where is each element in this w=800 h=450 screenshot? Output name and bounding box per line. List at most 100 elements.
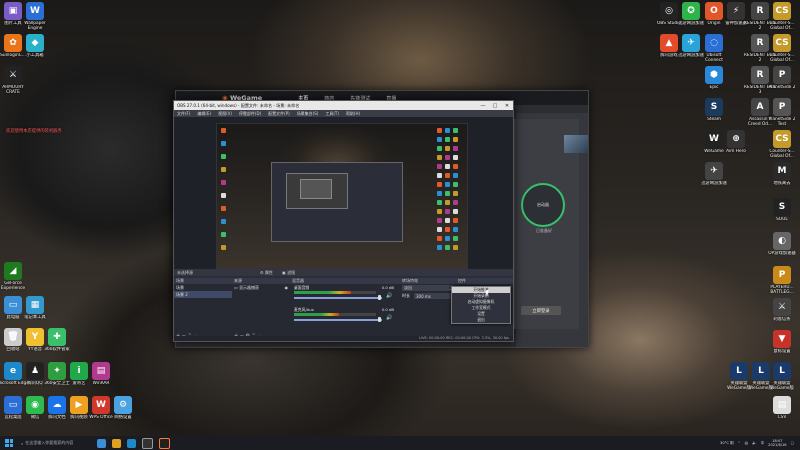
volume-knob[interactable] — [378, 295, 381, 300]
desktop-icon[interactable]: ⊕ Aim Hero — [719, 130, 753, 159]
desktop-icon[interactable]: L 英雄联盟 WeGame版 — [765, 362, 799, 391]
desktop-icon[interactable]: ◢ GeForce Experience — [0, 262, 30, 291]
desktop-icon[interactable]: ⚙ 网络设置 — [106, 396, 140, 425]
volume-meter — [294, 313, 340, 316]
obs-taskbar-icon[interactable] — [142, 437, 153, 449]
volume-slider[interactable] — [294, 297, 382, 299]
desktop-icon[interactable]: ⚔ 刺客信条 — [765, 298, 799, 327]
desktop-icon[interactable]: S Steam — [697, 98, 731, 127]
desktop-icon[interactable]: ▤ WinRAR — [84, 362, 118, 391]
language-indicator[interactable]: 中 — [761, 441, 765, 446]
source-item[interactable]: ▭ 显示器捕获 ◉ — [232, 284, 290, 291]
preview-icon — [437, 236, 442, 241]
desktop-icon[interactable]: ✈ 迅游网游加速 — [697, 162, 731, 191]
desktop-icon[interactable]: ▼ 鼠标设置 — [765, 330, 799, 359]
preview-icon — [445, 218, 450, 223]
file-explorer-icon[interactable] — [112, 438, 121, 448]
properties-button[interactable]: ⚙ 属性 — [260, 270, 273, 276]
preview-icon — [453, 164, 458, 169]
preview-icon — [437, 191, 442, 196]
sources-dock: 来源 ▭ 显示器捕获 ◉ + − ⚙ ⌃ ⌄ — [232, 278, 291, 340]
obs-menu-item[interactable]: 编辑(E) — [197, 111, 211, 117]
wegame-login-button[interactable]: 立即登录 — [521, 306, 561, 315]
preview-icon — [437, 137, 442, 142]
obs-menu-item[interactable]: 视图(V) — [218, 111, 232, 117]
obs-menu-item[interactable]: 配置文件(P) — [268, 111, 290, 117]
speaker-icon[interactable]: 🔊 — [386, 293, 392, 299]
wallpaper-banner: 欢迎使用本店提供的装机服务 — [6, 129, 62, 134]
chevron-up-icon[interactable]: ⌃ — [738, 441, 741, 445]
desktop-icon[interactable]: ▦ 笔记本工具 — [18, 296, 52, 325]
desktop-icon[interactable]: S SOUL — [765, 198, 799, 227]
app-icon: ▦ — [26, 296, 44, 314]
desktop-icon[interactable]: ▤ CSV — [765, 396, 799, 425]
desktop-icon[interactable]: CS Counter-S... Global Of... — [765, 130, 799, 159]
wegame-taskbar-icon[interactable] — [159, 437, 170, 449]
taskbar-clock[interactable]: 18:07 2021/6/16 — [768, 439, 786, 448]
volume-meter — [294, 291, 352, 294]
filters-button[interactable]: ▣ 滤镜 — [282, 270, 295, 276]
desktop-icon[interactable]: ◌ Ubisoft Connect — [697, 34, 731, 63]
wegame-launch-circle[interactable]: 启动器 — [521, 183, 565, 227]
mixer-track-mic: 麦克风/Aux 0.0 dB 🔊 — [294, 307, 394, 322]
taskbar: ⌕ 在这里输入你要搜索的内容 30°C 阴 ⌃ ▤ 🔈 中 18:07 2021… — [0, 436, 800, 450]
app-icon: W — [26, 2, 44, 20]
obs-titlebar[interactable]: OBS 27.0.1 (64-bit, windows) - 配置文件: 未命名… — [174, 101, 513, 110]
obs-menu-item[interactable]: 停靠部件(D) — [239, 111, 261, 117]
duration-input[interactable]: 300 ms — [414, 293, 454, 299]
desktop-icon[interactable]: ◆ 小工具箱 — [18, 34, 52, 63]
preview-icon — [437, 164, 442, 169]
volume-icon[interactable]: 🔈 — [752, 441, 756, 445]
maximize-icon[interactable]: □ — [489, 103, 501, 109]
preview-icon — [453, 218, 458, 223]
obs-preview[interactable] — [174, 117, 513, 269]
obs-menu-item[interactable]: 场景集合(S) — [297, 111, 319, 117]
desktop-icon[interactable]: W Wallpaper Engine — [18, 2, 52, 31]
edge-icon[interactable] — [127, 438, 136, 448]
preview-icon — [445, 164, 450, 169]
weather-label: 30°C 阴 — [720, 440, 734, 445]
app-icon: ▼ — [773, 330, 791, 348]
minimize-icon[interactable]: — — [477, 103, 489, 109]
wegame-banner-image — [564, 135, 588, 153]
desktop-icon[interactable]: ⚔ ARMOURY CRATE — [0, 66, 30, 95]
network-icon[interactable]: ▤ — [745, 441, 748, 445]
preview-icon — [437, 200, 442, 205]
desktop-icon[interactable]: P PlanetSide 2 Test — [765, 98, 799, 127]
preview-icon — [221, 154, 226, 159]
desktop-icon[interactable]: ⬢ Epic — [697, 66, 731, 95]
desktop-icon-label: 网络设置 — [114, 415, 132, 420]
preview-icon — [221, 232, 226, 237]
controls-menu-item[interactable]: 退出 — [452, 317, 510, 323]
obs-menu-item[interactable]: 帮助(H) — [346, 111, 360, 117]
scene-item[interactable]: 场景 — [174, 284, 232, 291]
app-icon: CS — [773, 2, 791, 20]
speaker-icon[interactable]: 🔊 — [386, 315, 392, 321]
desktop-icon[interactable]: CS Counter-S... Global Of... — [765, 34, 799, 63]
obs-statusbar: LIVE: 00:00:00 REC: 00:00:00 CPU: 3.3%, … — [174, 336, 513, 341]
volume-knob[interactable] — [378, 317, 381, 322]
close-icon[interactable]: ✕ — [501, 103, 513, 109]
obs-menu-item[interactable]: 文件(F) — [177, 111, 190, 117]
desktop-icon[interactable]: P PLAYERU... BATTLEG... — [765, 266, 799, 295]
volume-slider[interactable] — [294, 319, 382, 321]
obs-menu-item[interactable]: 工具(T) — [325, 111, 339, 117]
desktop-icon-label: PlanetSide 2 — [768, 85, 796, 90]
desktop-icon[interactable]: ✚ 360软件管家 — [40, 328, 74, 357]
app-icon: ▤ — [92, 362, 110, 380]
desktop-icon[interactable]: P PlanetSide 2 — [765, 66, 799, 95]
eye-icon[interactable]: ◉ — [285, 285, 289, 290]
scene-item[interactable]: 场景 2 — [174, 291, 232, 298]
taskbar-search[interactable]: ⌕ 在这里输入你要搜索的内容 — [21, 438, 91, 448]
transition-type-select[interactable]: 淡出⌄ — [402, 285, 454, 291]
desktop-icon[interactable]: CS Counter-S... Global Of... — [765, 2, 799, 31]
app-icon: ▤ — [773, 396, 791, 414]
task-view-icon[interactable] — [97, 438, 106, 448]
desktop-icon[interactable]: M 地铁离去 — [765, 162, 799, 191]
start-button[interactable] — [3, 437, 15, 449]
preview-icon — [445, 200, 450, 205]
notification-icon[interactable]: ▢ — [791, 441, 794, 445]
preview-icon — [453, 209, 458, 214]
desktop-icon[interactable]: ◐ OP游戏加速器 — [765, 232, 799, 261]
app-icon: ⚙ — [114, 396, 132, 414]
